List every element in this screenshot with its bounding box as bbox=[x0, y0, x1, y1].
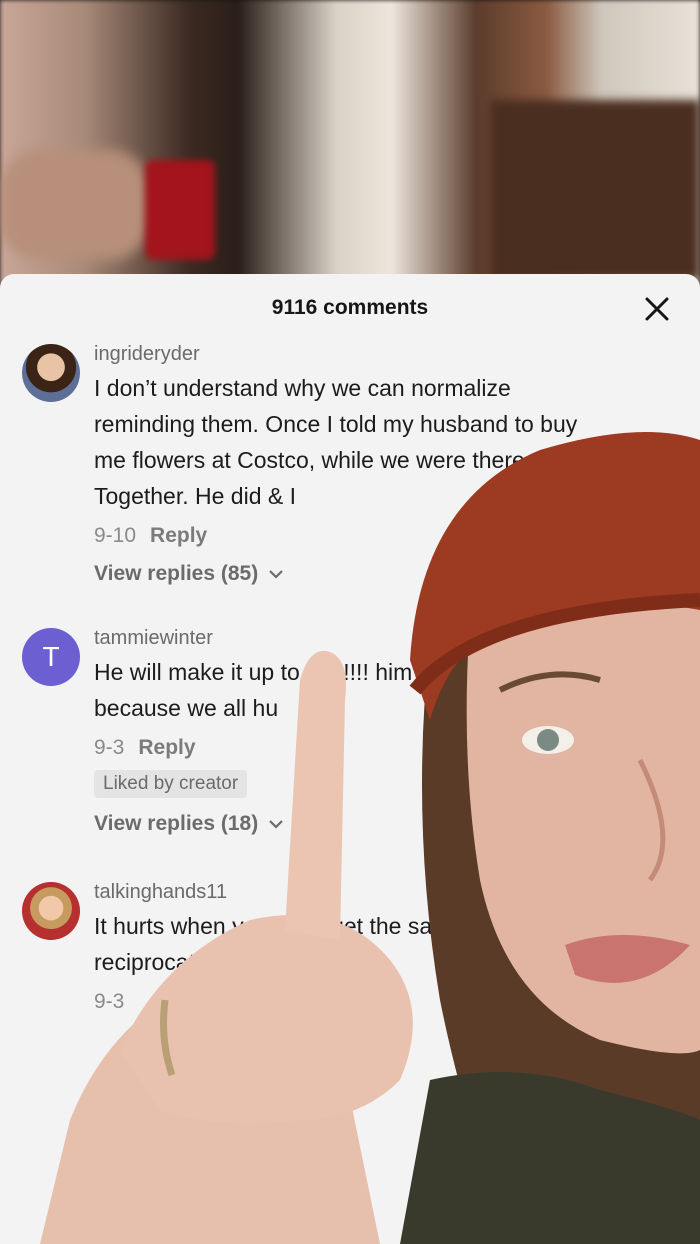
comment-body: ingrideryder I don’t understand why we c… bbox=[94, 342, 680, 586]
reply-button[interactable]: Reply bbox=[150, 524, 207, 547]
view-replies-button[interactable]: View replies (85) bbox=[94, 562, 284, 586]
comment-date: 9-10 bbox=[94, 524, 137, 547]
view-replies-button[interactable]: View replies (18) bbox=[94, 812, 284, 836]
comment-body: talkinghands11 It hurts when you don't g… bbox=[94, 880, 680, 1014]
chevron-down-icon bbox=[269, 570, 283, 580]
comments-sheet: 9116 comments ingrideryder I don’t under… bbox=[0, 274, 700, 1244]
comment-date: 9-3 bbox=[94, 736, 125, 759]
comment-username[interactable]: tammiewinter bbox=[94, 626, 680, 650]
comment-text: He will make it up to you!!!! him , beca… bbox=[94, 659, 426, 721]
comment-username[interactable]: talkinghands11 bbox=[94, 880, 680, 904]
comment-meta: 9-3 bbox=[94, 990, 680, 1014]
blurred-hand bbox=[0, 150, 150, 260]
avatar-letter: T bbox=[42, 641, 60, 672]
comment-username[interactable]: ingrideryder bbox=[94, 342, 680, 366]
comment-date: 9-3 bbox=[94, 990, 125, 1013]
view-replies-row: View replies (18) bbox=[94, 798, 680, 836]
chevron-down-icon bbox=[269, 820, 283, 830]
avatar[interactable] bbox=[22, 882, 80, 940]
view-replies-label: View replies (18) bbox=[94, 812, 259, 835]
blurred-red-mug bbox=[145, 160, 215, 260]
comment-body: tammiewinter He will make it up to you!!… bbox=[94, 626, 680, 836]
close-button[interactable] bbox=[642, 294, 672, 324]
background-video-frame bbox=[0, 0, 700, 290]
blurred-cabinet bbox=[490, 100, 700, 280]
avatar[interactable]: T bbox=[22, 628, 80, 686]
avatar[interactable] bbox=[22, 344, 80, 402]
close-icon bbox=[645, 297, 669, 321]
comments-header: 9116 comments bbox=[0, 274, 700, 346]
comment-text: I don’t understand why we can normalize … bbox=[94, 375, 578, 509]
view-replies-label: View replies (85) bbox=[94, 562, 259, 585]
video-screen: 9116 comments ingrideryder I don’t under… bbox=[0, 0, 700, 1244]
comment-meta: 9-3 Reply bbox=[94, 736, 680, 760]
reply-button[interactable]: Reply bbox=[138, 736, 195, 759]
liked-by-creator-badge: Liked by creator bbox=[94, 770, 248, 798]
comment-meta: 9-10 Reply bbox=[94, 524, 680, 548]
comment-text: It hurts when you don't get the same rec… bbox=[94, 913, 465, 975]
comments-count: 9116 comments bbox=[271, 296, 429, 319]
